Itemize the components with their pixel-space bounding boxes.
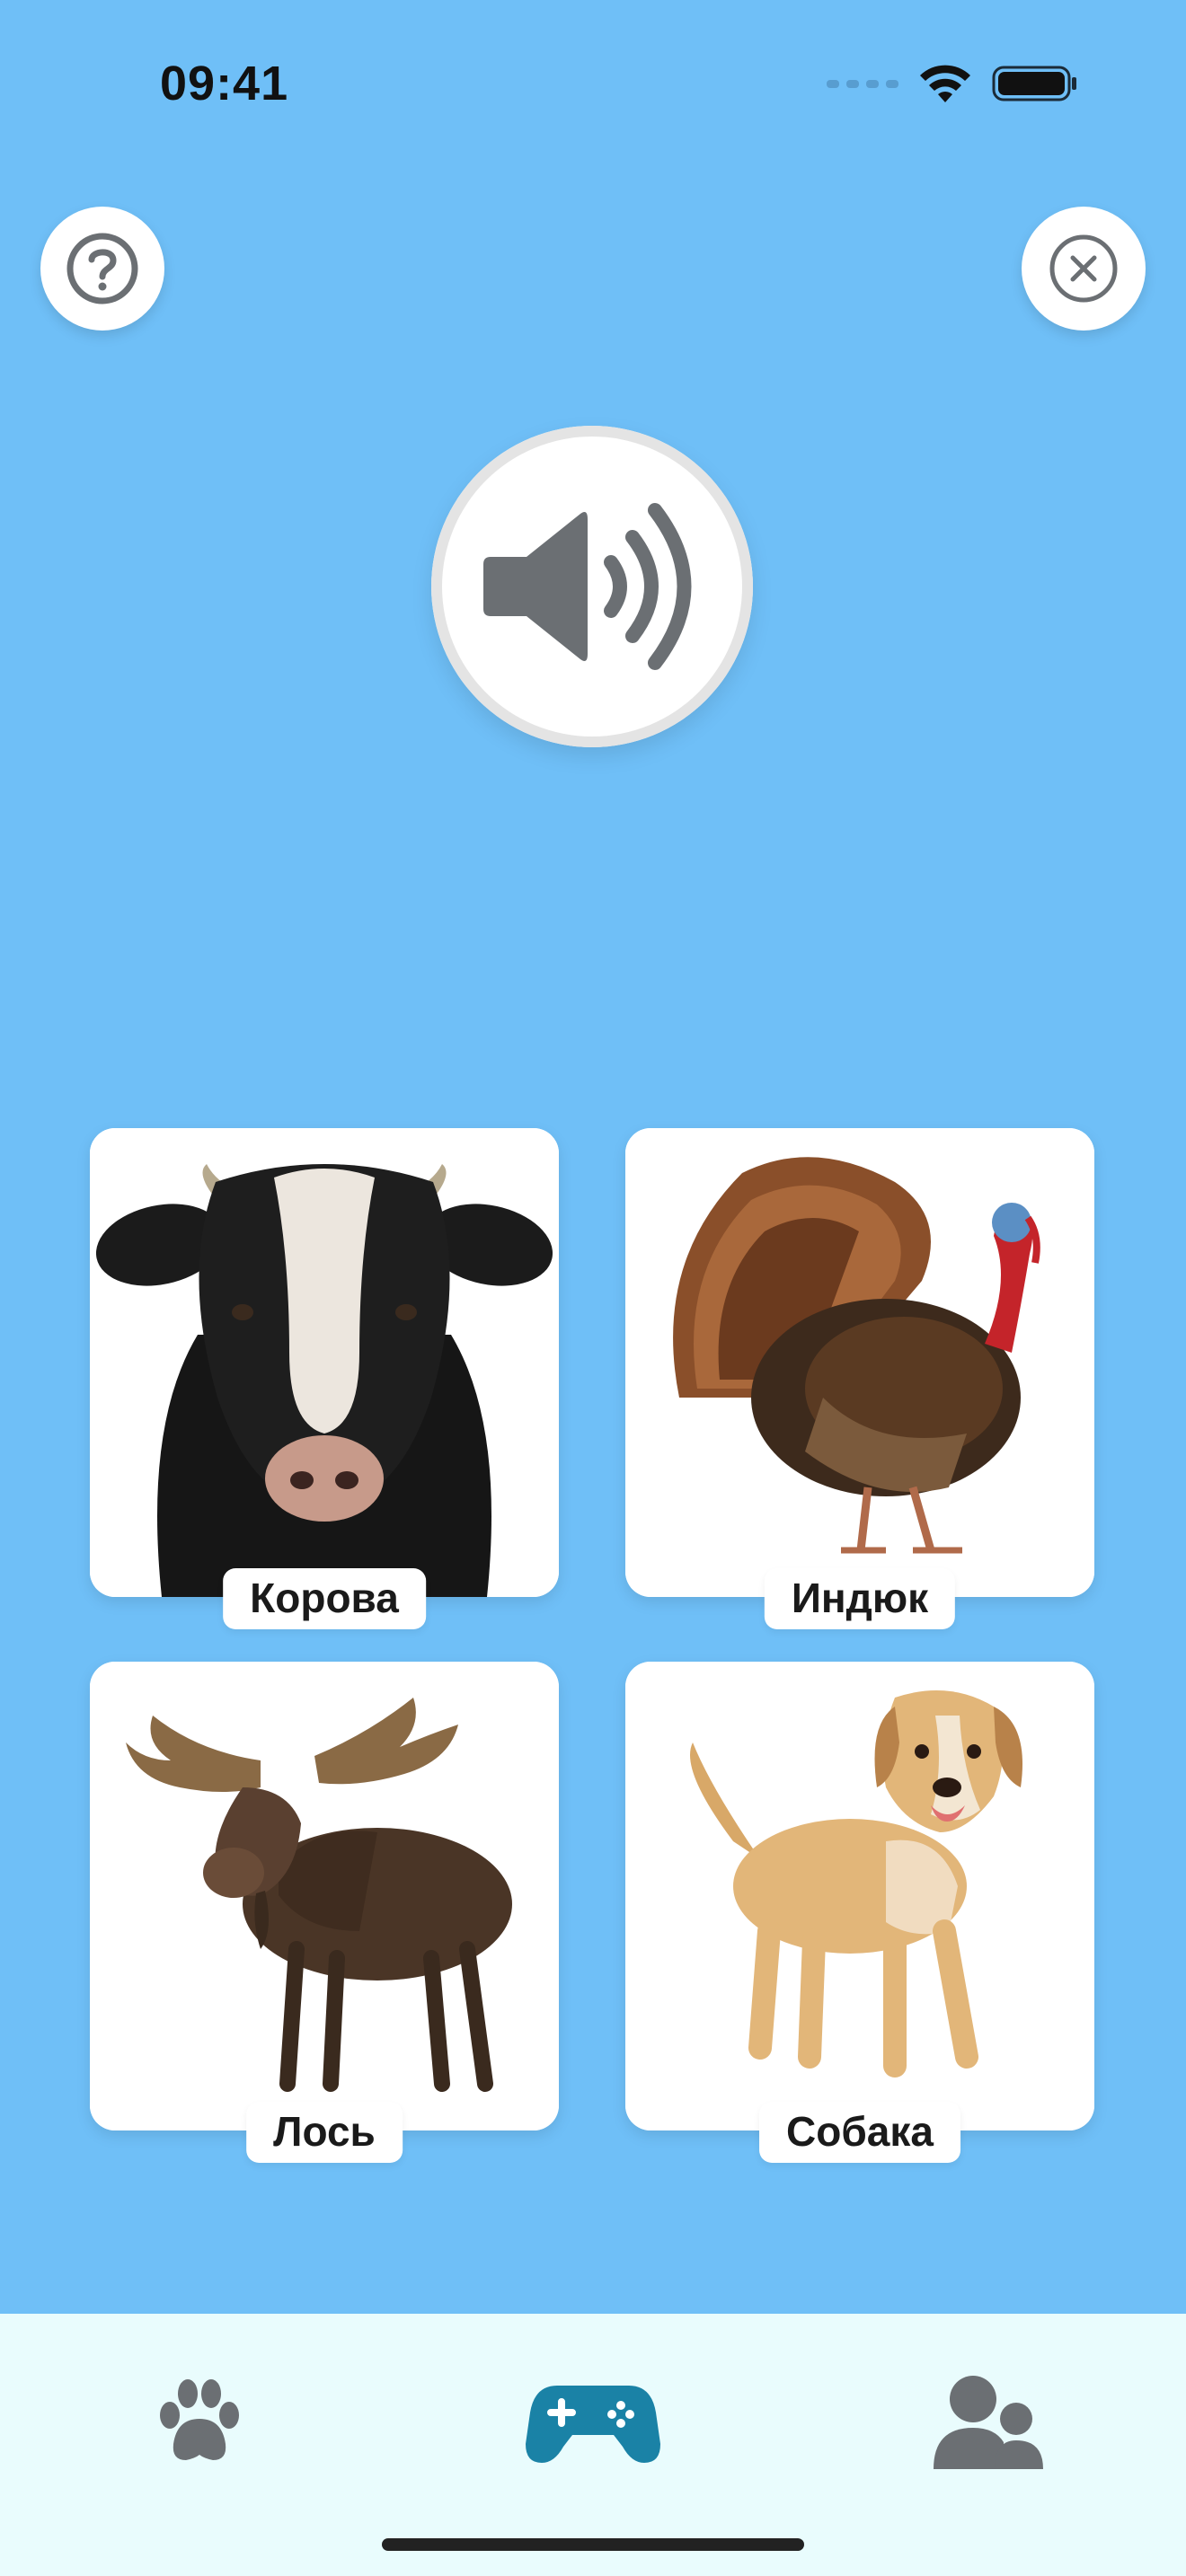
tab-games[interactable] [521, 2368, 665, 2475]
paw-icon [160, 2379, 239, 2460]
tab-bar [0, 2314, 1186, 2576]
dog-image [625, 1662, 1094, 2130]
answer-card-cow[interactable]: Корова [90, 1128, 559, 1629]
card-label: Собака [759, 2102, 960, 2163]
answer-card-moose[interactable]: Лось [90, 1662, 559, 2163]
turkey-image [625, 1128, 1094, 1597]
status-time: 09:41 [160, 57, 289, 110]
play-sound-button[interactable] [431, 426, 753, 747]
card-label: Корова [223, 1568, 426, 1629]
cow-image [90, 1128, 559, 1597]
tab-animals[interactable] [128, 2368, 271, 2475]
x-circle-icon [1049, 234, 1118, 303]
answer-card-turkey[interactable]: Индюк [625, 1128, 1094, 1629]
users-icon [934, 2376, 1043, 2469]
help-button[interactable] [40, 207, 164, 331]
card-label: Лось [246, 2102, 403, 2163]
gamepad-icon [526, 2386, 660, 2463]
question-circle-icon [66, 233, 138, 304]
card-label: Индюк [764, 1568, 956, 1629]
battery-icon [992, 66, 1076, 101]
close-button[interactable] [1022, 207, 1146, 331]
screen: 09:41 Корова Индюк Лось Собака [0, 0, 1186, 2576]
answer-card-dog[interactable]: Собака [625, 1662, 1094, 2163]
tab-profile[interactable] [916, 2368, 1060, 2475]
status-icons [827, 63, 1078, 104]
speaker-wave-icon [483, 503, 692, 670]
wifi-icon [920, 65, 970, 102]
home-indicator [382, 2538, 804, 2551]
moose-image [90, 1662, 559, 2130]
cellular-signal-icon [827, 79, 898, 88]
